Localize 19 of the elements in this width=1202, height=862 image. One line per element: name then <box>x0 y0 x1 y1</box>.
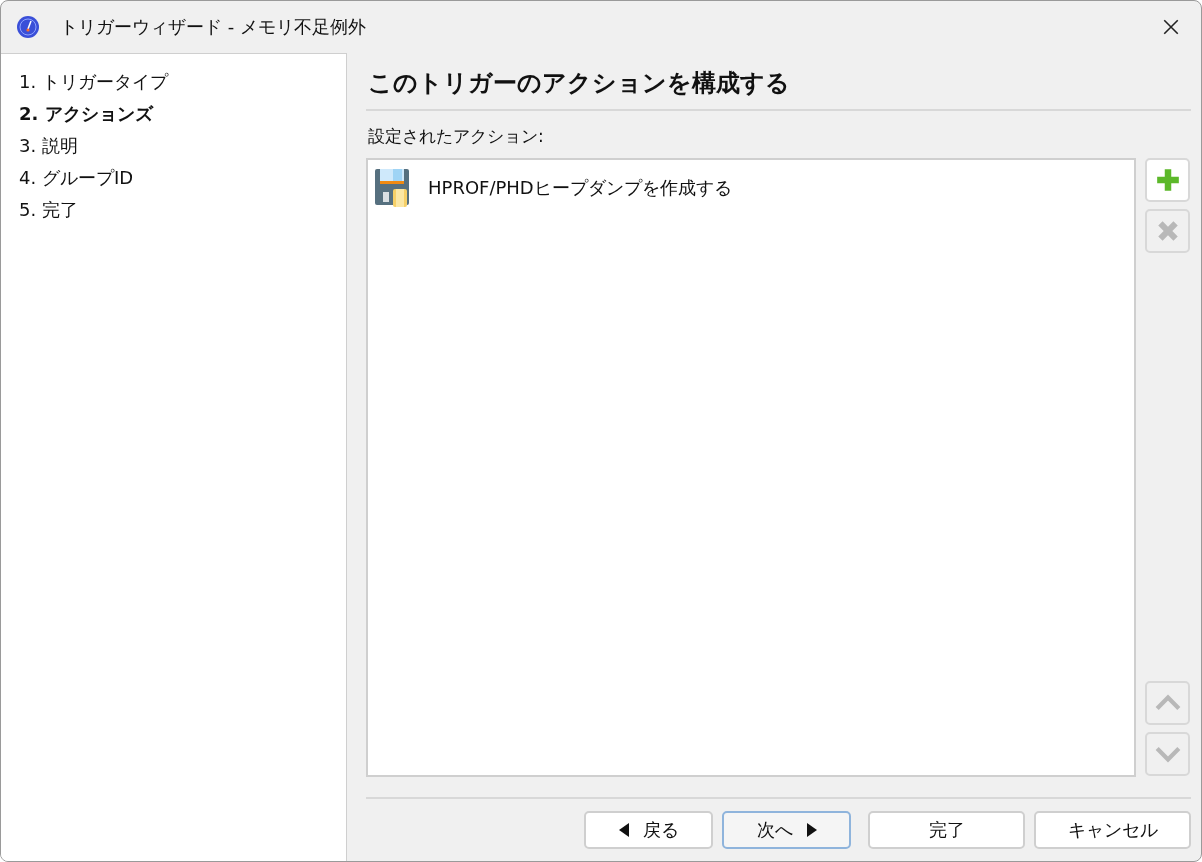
step-item: 2. アクションズ <box>19 102 155 126</box>
step-item: 3. 説明 <box>19 134 79 158</box>
actions-label: 設定されたアクション: <box>367 125 545 148</box>
page-heading: このトリガーのアクションを構成する <box>366 53 1191 111</box>
left-triangle-icon <box>618 823 629 837</box>
gauge-icon <box>16 15 40 39</box>
step-item: 1. トリガータイプ <box>19 70 170 94</box>
add-button[interactable] <box>1145 158 1190 202</box>
plus-icon <box>1154 167 1181 193</box>
step-item: 5. 完了 <box>19 198 79 222</box>
dialog-button[interactable]: キャンセル <box>1034 811 1191 849</box>
action-item[interactable]: HPROF/PHDヒープダンプを作成する <box>428 176 732 200</box>
back-button[interactable]: 戻る <box>584 811 713 849</box>
next-button[interactable]: 次へ <box>722 811 851 849</box>
dialog-button[interactable]: 完了 <box>868 811 1025 849</box>
close-icon <box>1162 18 1180 36</box>
window-title: トリガーウィザード - メモリ不足例外 <box>60 15 367 39</box>
step-item: 4. グループID <box>19 166 135 190</box>
right-triangle-icon <box>806 823 817 837</box>
